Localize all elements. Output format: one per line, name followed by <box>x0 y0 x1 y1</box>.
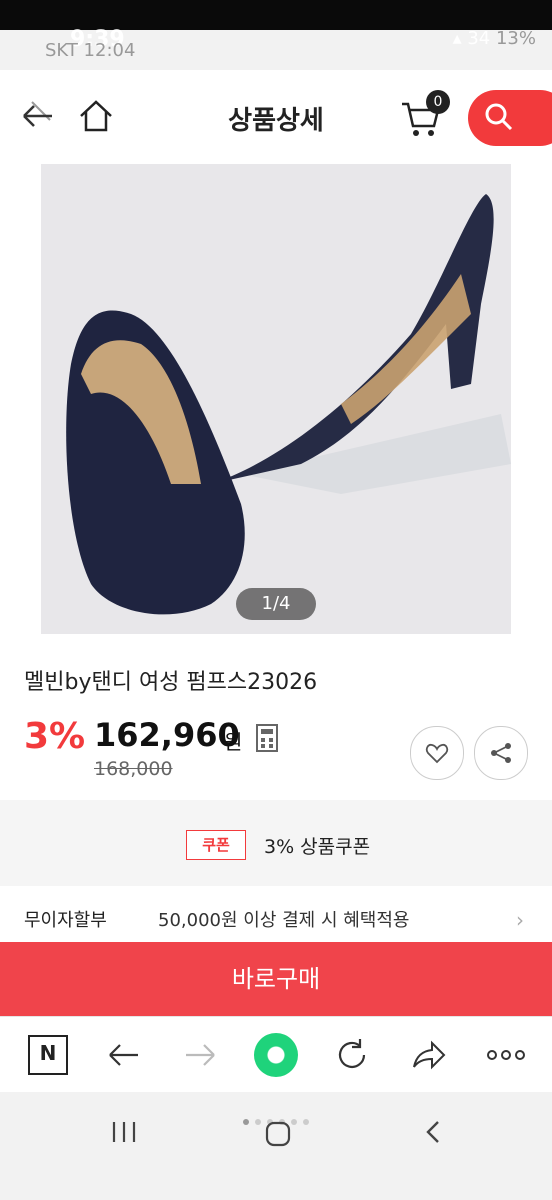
search-icon <box>485 103 513 131</box>
share-button[interactable] <box>474 726 528 780</box>
installment-row[interactable]: 무이자할부 50,000원 이상 결제 시 혜택적용 › <box>0 886 552 942</box>
chevron-right-icon: › <box>516 908 524 932</box>
status-icons: ▴ 34 13% <box>453 28 536 49</box>
app-header: 상품상세 0 <box>0 70 552 165</box>
browser-back-icon[interactable] <box>104 1035 144 1075</box>
coupon-section[interactable]: 쿠폰 3% 상품쿠폰 <box>0 800 552 886</box>
heart-icon <box>425 743 449 764</box>
cart-count-badge: 0 <box>426 90 450 114</box>
system-back-icon[interactable] <box>422 1118 446 1146</box>
more-icon[interactable] <box>486 1035 526 1075</box>
browser-toolbar: N <box>0 1016 552 1093</box>
sale-price: 162,960 <box>94 716 240 754</box>
calculator-icon[interactable] <box>256 724 278 752</box>
status-carrier: SKT 12:04 <box>45 40 136 61</box>
recent-apps-icon[interactable] <box>110 1118 138 1146</box>
browser-forward-icon[interactable] <box>180 1035 220 1075</box>
like-button[interactable] <box>410 726 464 780</box>
search-button[interactable] <box>468 90 552 146</box>
battery-icon: 34 <box>467 28 491 49</box>
product-image[interactable] <box>41 164 511 634</box>
discount-rate: 3% <box>24 716 86 757</box>
naver-home-button[interactable]: N <box>28 1035 68 1075</box>
forward-share-icon[interactable] <box>410 1035 450 1075</box>
image-counter: 1/4 <box>236 588 316 620</box>
battery-percent: 13% <box>495 28 536 49</box>
refresh-icon[interactable] <box>332 1035 372 1075</box>
product-name: 멜빈by탠디 여성 펌프스23026 <box>24 670 318 695</box>
buy-now-button[interactable]: 바로구매 <box>0 942 552 1016</box>
installment-label: 무이자할부 <box>24 910 107 931</box>
installment-text: 50,000원 이상 결제 시 혜택적용 <box>158 910 410 931</box>
system-home-icon[interactable] <box>264 1120 292 1148</box>
product-image-area: 1/4 <box>0 164 552 644</box>
coupon-text: 3% 상품쿠폰 <box>264 836 371 858</box>
share-icon <box>491 743 511 763</box>
shoes-illustration <box>41 164 511 634</box>
original-price: 168,000 <box>94 758 173 780</box>
price-unit: 원 <box>224 730 243 754</box>
green-dot-button[interactable] <box>254 1033 298 1077</box>
coupon-tag: 쿠폰 <box>186 830 246 860</box>
product-info: 멜빈by탠디 여성 펌프스23026 3% 162,960 원 168,000 <box>0 644 552 800</box>
system-navigation-bar <box>0 1092 552 1200</box>
status-bar: 9:39 SKT 12:04 ▴ 34 13% <box>0 0 552 70</box>
wifi-icon: ▴ <box>452 28 462 49</box>
